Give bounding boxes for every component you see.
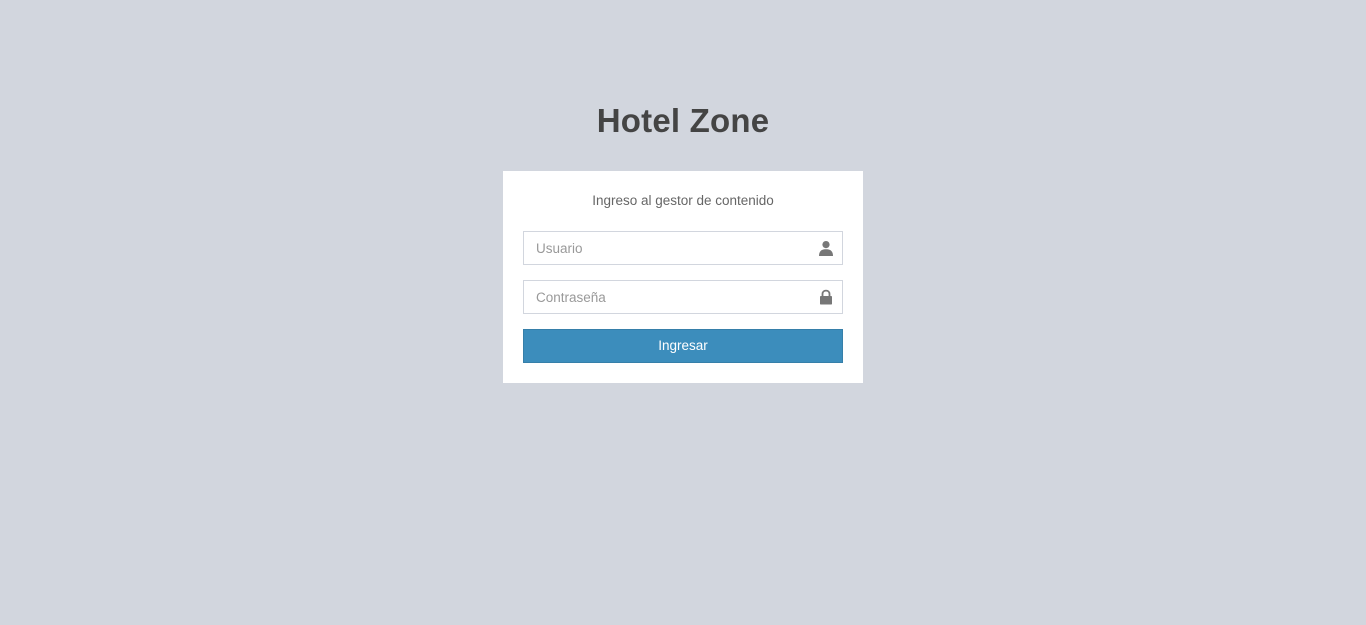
login-form: Ingresar (523, 231, 843, 363)
app-title[interactable]: Hotel Zone (0, 98, 1366, 144)
login-page: Hotel Zone Ingreso al gestor de contenid… (0, 0, 1366, 625)
password-field[interactable] (523, 280, 843, 314)
username-field[interactable] (523, 231, 843, 265)
login-message: Ingreso al gestor de contenido (592, 193, 774, 208)
username-group (523, 231, 843, 265)
login-button[interactable]: Ingresar (523, 329, 843, 363)
password-group (523, 280, 843, 314)
user-icon (819, 241, 833, 256)
login-box: Ingreso al gestor de contenido Ingresar (503, 171, 863, 383)
lock-icon (820, 289, 832, 305)
